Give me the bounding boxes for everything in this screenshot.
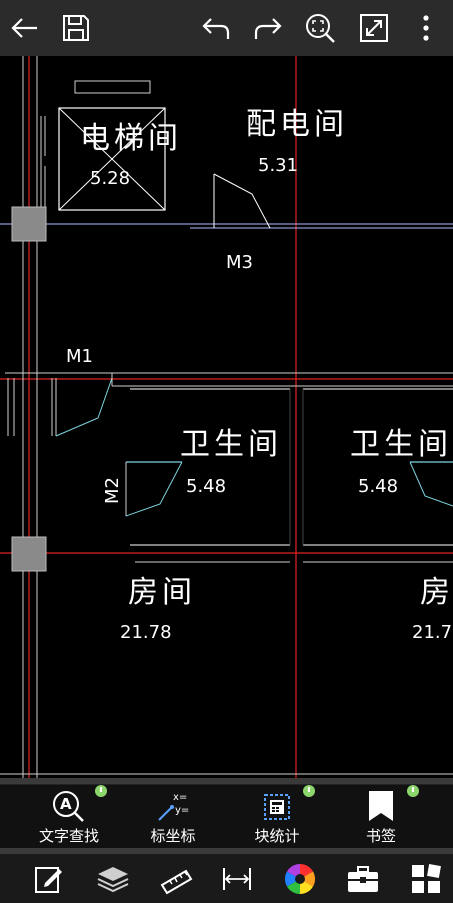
- layers-icon[interactable]: [93, 860, 133, 898]
- zoom-fit-icon[interactable]: [298, 6, 342, 50]
- door-label-m3: M3: [226, 252, 253, 273]
- bookmark-icon: [367, 789, 395, 823]
- svg-text:A: A: [60, 795, 72, 813]
- text-search-icon: A: [51, 789, 87, 823]
- grid-menu-icon[interactable]: [406, 860, 446, 898]
- block-count-button[interactable]: 块统计: [227, 785, 327, 849]
- new-badge-icon: [303, 785, 315, 797]
- svg-text:y=: y=: [175, 805, 189, 816]
- new-badge-icon: [407, 785, 419, 797]
- room-name-bath-1: 卫生间: [180, 427, 282, 462]
- redo-icon[interactable]: [246, 6, 290, 50]
- room-elevation-elevator: 5.28: [90, 168, 130, 189]
- cad-drawing: 电梯间 5.28 配电间 5.31 M3 M1 M2 卫生间 5.48 卫生间 …: [0, 56, 453, 778]
- text-search-button[interactable]: A 文字查找: [19, 785, 119, 849]
- save-icon[interactable]: [54, 6, 98, 50]
- top-toolbar: [0, 0, 453, 56]
- new-badge-icon: [95, 785, 107, 797]
- room-elevation-bath-2: 5.48: [358, 476, 398, 497]
- tool-label: 书签: [365, 827, 396, 845]
- coordinate-button[interactable]: x= y= 标坐标: [123, 785, 223, 849]
- door-label-m2: M2: [102, 477, 123, 504]
- fullscreen-icon[interactable]: [352, 6, 396, 50]
- dimension-icon[interactable]: [217, 860, 257, 898]
- undo-icon[interactable]: [194, 6, 238, 50]
- tool-label: 文字查找: [38, 827, 99, 845]
- collapse-icon[interactable]: [0, 860, 14, 898]
- back-arrow-icon[interactable]: [2, 6, 46, 50]
- bookmark-button[interactable]: 书签: [331, 785, 431, 849]
- coordinate-icon: x= y=: [156, 789, 190, 823]
- door-label-m1: M1: [66, 346, 93, 367]
- ruler-icon[interactable]: [157, 860, 197, 898]
- room-name-elevator: 电梯间: [80, 121, 182, 156]
- edit-icon[interactable]: [29, 860, 69, 898]
- more-vert-icon[interactable]: [404, 6, 448, 50]
- tool-label: 块统计: [254, 827, 300, 845]
- color-wheel-icon[interactable]: [280, 860, 320, 898]
- room-elevation-room-2: 21.7: [412, 622, 452, 643]
- svg-text:x=: x=: [173, 792, 187, 803]
- tool-label: 标坐标: [150, 827, 196, 845]
- toolbox-icon[interactable]: [343, 860, 383, 898]
- block-count-icon: [261, 789, 293, 823]
- room-name-distribution: 配电间: [246, 107, 348, 142]
- bottom-toolbar: [0, 854, 453, 903]
- drawing-canvas[interactable]: 电梯间 5.28 配电间 5.31 M3 M1 M2 卫生间 5.48 卫生间 …: [0, 56, 453, 778]
- tool-panel: A 文字查找 x= y= 标坐标 块统计 书签: [0, 784, 453, 849]
- room-elevation-distribution: 5.31: [258, 155, 298, 176]
- room-name-bath-2: 卫生间: [350, 427, 452, 462]
- room-elevation-bath-1: 5.48: [186, 476, 226, 497]
- room-name-room-2: 房: [420, 575, 450, 610]
- room-name-room-1: 房间: [128, 575, 196, 610]
- room-elevation-room-1: 21.78: [120, 622, 172, 643]
